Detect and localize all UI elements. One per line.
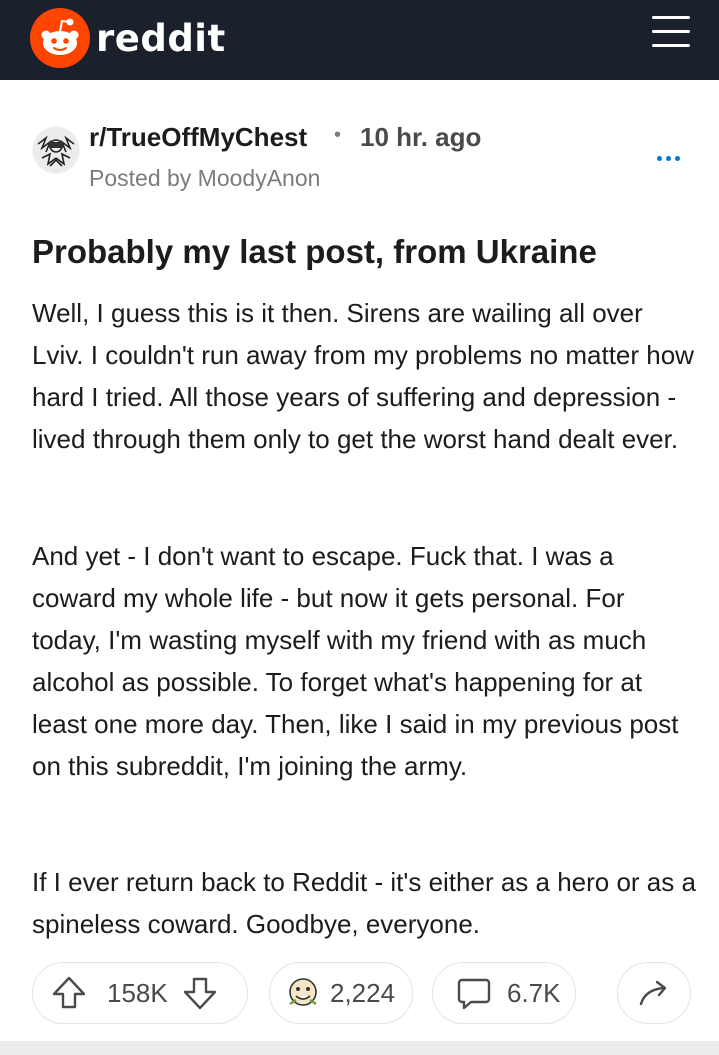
post-title: Probably my last post, from Ukraine [32,233,597,270]
more-options-icon[interactable] [657,152,687,164]
post-paragraph: And yet - I don't want to escape. Fuck t… [32,541,679,781]
reddit-logo[interactable]: reddit [30,8,226,68]
share-arrow-icon [639,980,667,1006]
comment-button[interactable]: 6.7K [432,962,576,1024]
vote-count: 158K [107,977,168,1008]
post-action-bar: 158K 2,224 6.7K [32,962,692,1024]
post-time: 10 hr. ago [360,122,482,152]
subreddit-avatar[interactable] [32,126,80,174]
post-paragraph: If I ever return back to Reddit - it's e… [32,867,696,939]
comment-count: 6.7K [507,977,561,1008]
top-bar: reddit [0,0,719,80]
brand-wordmark: reddit [96,16,226,60]
reddit-snoo-icon [30,8,90,68]
award-icon [289,978,317,1006]
subreddit-name[interactable]: r/TrueOffMyChest [89,122,307,153]
award-count: 2,224 [330,977,396,1008]
vote-group: 158K [32,962,248,1024]
posted-by[interactable]: Posted by MoodyAnon [89,165,320,192]
award-button[interactable]: 2,224 [269,962,413,1024]
upvote-arrow-icon[interactable] [49,973,89,1013]
share-button[interactable] [617,962,691,1024]
comment-bubble-icon [457,978,491,1010]
downvote-arrow-icon[interactable] [180,973,220,1013]
meta-separator: • [334,124,342,146]
hamburger-menu-icon[interactable] [652,16,694,48]
post-meta: r/TrueOffMyChest • 10 hr. ago Posted by … [32,122,692,192]
bottom-divider [0,1041,719,1055]
post-paragraph: Well, I guess this is it then. Sirens ar… [32,298,694,454]
subreddit-avatar-icon [33,127,79,173]
